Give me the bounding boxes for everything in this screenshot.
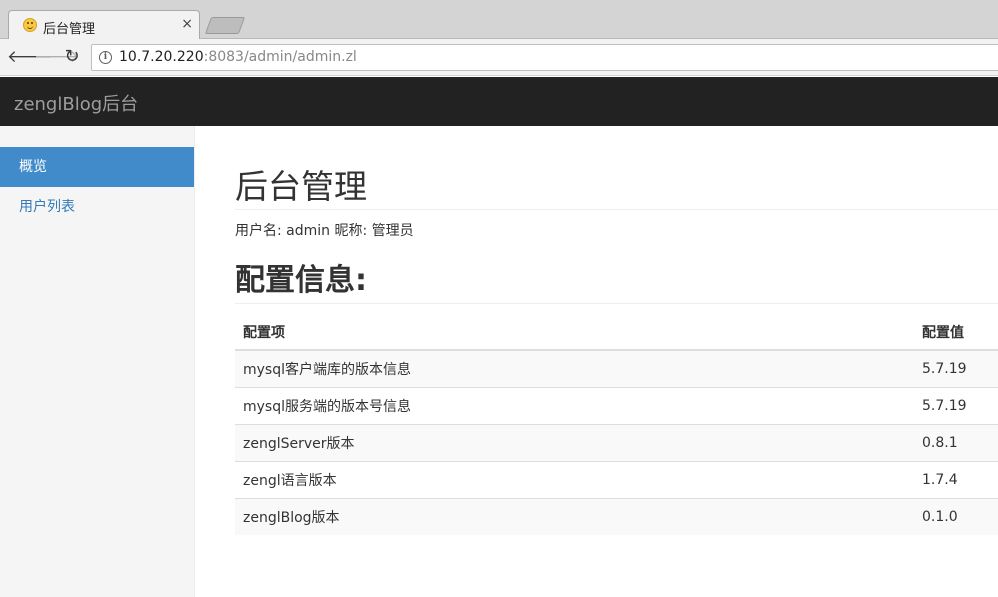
url-host: 10.7.20.220 bbox=[119, 49, 204, 65]
config-key: zengl语言版本 bbox=[235, 460, 914, 498]
section-divider bbox=[235, 303, 998, 304]
url-text: 10.7.20.220:8083/admin/admin.zl bbox=[119, 49, 357, 65]
sidebar-item-overview[interactable]: 概览 bbox=[0, 147, 194, 187]
back-arrow-icon[interactable]: 🡐 bbox=[7, 47, 53, 67]
page-title: 后台管理 bbox=[235, 167, 367, 206]
sidebar: 概览 用户列表 bbox=[0, 126, 195, 597]
config-table: 配置项 配置值 mysql客户端库的版本信息 5.7.19 mysql服务端的版… bbox=[235, 314, 998, 535]
address-bar[interactable]: i 10.7.20.220:8083/admin/admin.zl bbox=[91, 44, 998, 71]
sidebar-item-user-list[interactable]: 用户列表 bbox=[0, 187, 194, 227]
table-header-row: 配置项 配置值 bbox=[235, 314, 998, 351]
config-value: 0.1.0 bbox=[914, 497, 998, 535]
section-title: 配置信息: bbox=[235, 263, 367, 298]
table-row: zengl语言版本 1.7.4 bbox=[235, 460, 998, 498]
title-divider bbox=[235, 209, 998, 210]
smiley-favicon-icon bbox=[23, 18, 37, 32]
config-value: 5.7.19 bbox=[914, 349, 998, 387]
brand-link[interactable]: zenglBlog后台 bbox=[14, 90, 138, 116]
reload-icon[interactable]: ↻ bbox=[62, 47, 82, 67]
config-value: 0.8.1 bbox=[914, 423, 998, 461]
browser-toolbar: 🡐 🡒 ↻ i 10.7.20.220:8083/admin/admin.zl bbox=[0, 39, 998, 76]
config-value: 5.7.19 bbox=[914, 386, 998, 424]
new-tab-button[interactable] bbox=[204, 17, 246, 34]
app-navbar: zenglBlog后台 bbox=[0, 77, 998, 126]
column-header-item: 配置项 bbox=[235, 314, 914, 351]
forward-arrow-icon[interactable]: 🡒 bbox=[34, 47, 80, 67]
table-row: zenglServer版本 0.8.1 bbox=[235, 423, 998, 461]
config-key: mysql客户端库的版本信息 bbox=[235, 349, 914, 387]
column-header-value: 配置值 bbox=[914, 314, 998, 351]
close-tab-icon[interactable]: × bbox=[181, 16, 193, 32]
config-key: zenglBlog版本 bbox=[235, 497, 914, 535]
url-path: :8083/admin/admin.zl bbox=[203, 49, 357, 65]
info-icon[interactable]: i bbox=[99, 51, 112, 64]
table-row: mysql客户端库的版本信息 5.7.19 bbox=[235, 349, 998, 387]
table-row: zenglBlog版本 0.1.0 bbox=[235, 497, 998, 535]
config-value: 1.7.4 bbox=[914, 460, 998, 498]
browser-tab[interactable]: 后台管理 × bbox=[8, 10, 200, 40]
user-info: 用户名: admin 昵称: 管理员 bbox=[235, 223, 414, 239]
tab-title: 后台管理 bbox=[43, 22, 96, 37]
table-row: mysql服务端的版本号信息 5.7.19 bbox=[235, 386, 998, 424]
browser-tab-bar: 后台管理 × bbox=[0, 0, 998, 40]
config-key: zenglServer版本 bbox=[235, 423, 914, 461]
config-key: mysql服务端的版本号信息 bbox=[235, 386, 914, 424]
